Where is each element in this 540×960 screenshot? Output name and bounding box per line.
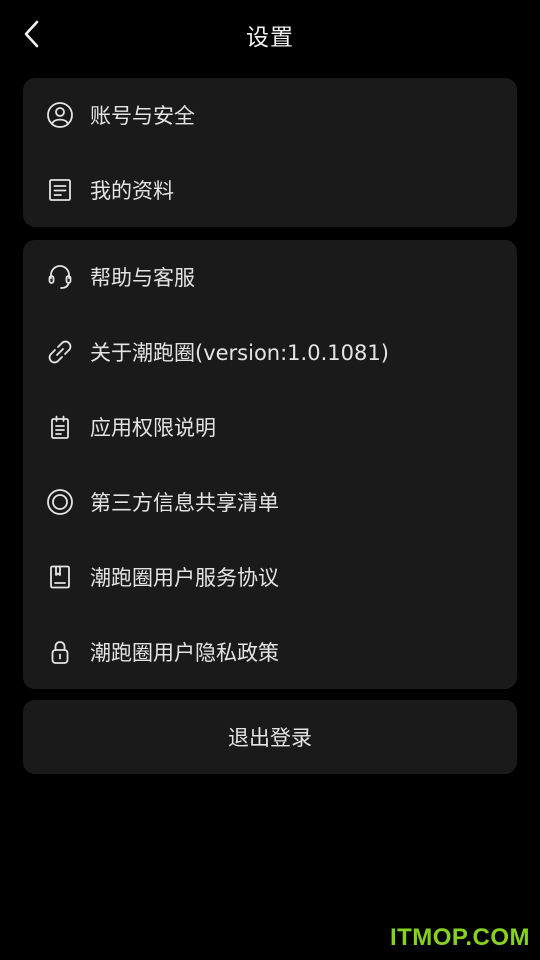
privacy-policy-item[interactable]: 潮跑圈用户隐私政策	[23, 615, 517, 689]
help-service-label: 帮助与客服	[90, 266, 195, 290]
app-permissions-item[interactable]: 应用权限说明	[23, 390, 517, 464]
account-security-item[interactable]: 账号与安全	[23, 78, 517, 152]
third-party-sharing-item[interactable]: 第三方信息共享清单	[23, 465, 517, 539]
link-icon	[45, 337, 75, 367]
user-agreement-item[interactable]: 潮跑圈用户服务协议	[23, 540, 517, 614]
my-profile-item[interactable]: 我的资料	[23, 153, 517, 227]
target-circle-icon	[45, 487, 75, 517]
logout-card: 退出登录	[23, 700, 517, 774]
logout-button[interactable]: 退出登录	[23, 700, 517, 774]
my-profile-label: 我的资料	[90, 179, 174, 203]
account-settings-card: 账号与安全 我的资料	[23, 78, 517, 227]
third-party-sharing-label: 第三方信息共享清单	[90, 491, 279, 515]
help-service-item[interactable]: 帮助与客服	[23, 240, 517, 314]
privacy-policy-label: 潮跑圈用户隐私政策	[90, 641, 279, 665]
info-settings-card: 帮助与客服 关于潮跑圈(version:1.0.1081) 应用权限说明 第三方…	[23, 240, 517, 689]
top-bar: 设置	[0, 0, 540, 68]
about-label: 关于潮跑圈(version:1.0.1081)	[90, 341, 389, 365]
clipboard-icon	[45, 412, 75, 442]
page-title: 设置	[246, 25, 294, 51]
headset-icon	[45, 262, 75, 292]
account-security-label: 账号与安全	[90, 104, 195, 128]
watermark-text: ITMOP.COM	[389, 924, 530, 951]
app-permissions-label: 应用权限说明	[90, 416, 216, 440]
agreement-icon	[45, 562, 75, 592]
about-item[interactable]: 关于潮跑圈(version:1.0.1081)	[23, 315, 517, 389]
user-agreement-label: 潮跑圈用户服务协议	[90, 566, 279, 590]
lock-icon	[45, 637, 75, 667]
user-circle-icon	[45, 100, 75, 130]
document-icon	[45, 175, 75, 205]
